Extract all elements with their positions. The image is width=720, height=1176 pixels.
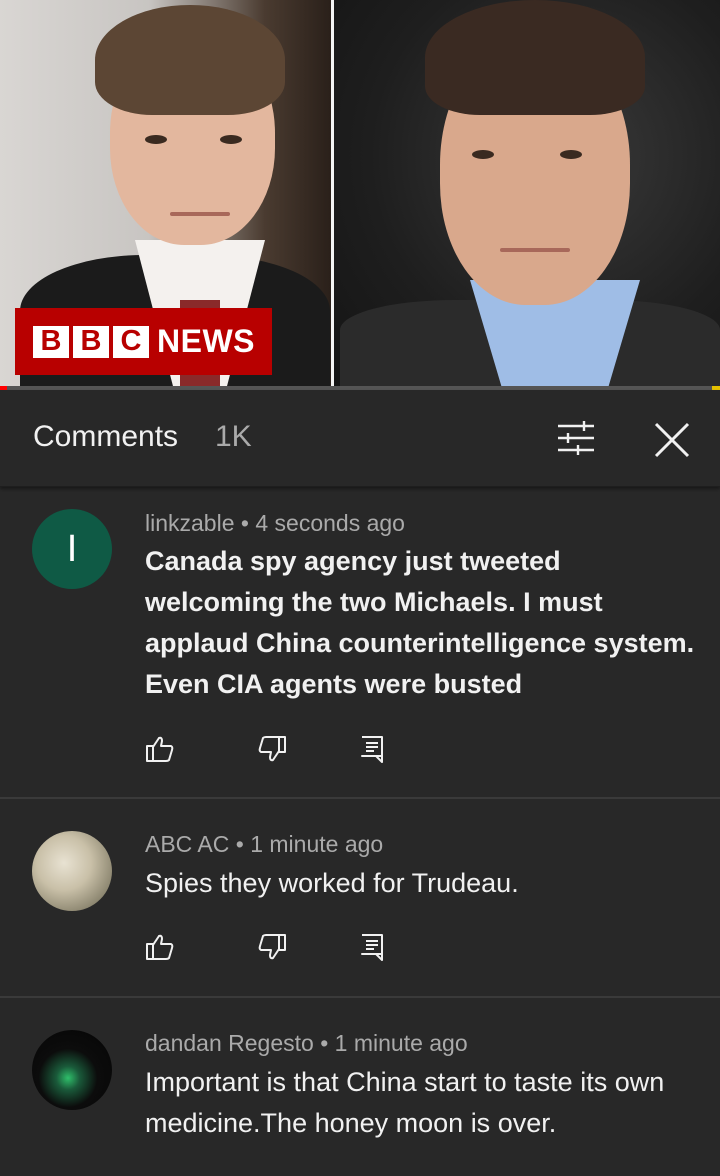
avatar-letter: I <box>32 509 112 589</box>
comment-actions <box>145 932 405 962</box>
avatar[interactable]: I <box>32 509 112 589</box>
comments-count: 1K <box>215 420 252 453</box>
avatar[interactable] <box>32 831 112 911</box>
comment-text: Canada spy agency just tweeted welcoming… <box>145 546 695 699</box>
video-player[interactable]: B B C NEWS <box>0 0 720 390</box>
thumbs-up-icon[interactable] <box>145 734 175 764</box>
comment-item: I linkzable • 4 seconds ago Canada spy a… <box>0 486 720 798</box>
meta-separator: • <box>240 510 256 536</box>
comment-text: Spies they worked for Trudeau. <box>145 868 519 898</box>
thumbs-down-icon[interactable] <box>257 734 287 764</box>
meta-separator: • <box>320 1030 335 1056</box>
comment-meta: linkzable • 4 seconds ago <box>145 510 405 537</box>
comment-item: dandan Regesto • 1 minute ago Important … <box>0 998 720 1176</box>
avatar[interactable] <box>32 1030 112 1110</box>
sliders-icon[interactable] <box>556 420 596 456</box>
logo-word-news: NEWS <box>157 323 255 359</box>
comment-actions <box>145 734 405 764</box>
thumbs-up-icon[interactable] <box>145 932 175 962</box>
meta-separator: • <box>235 831 251 857</box>
comments-header: Comments 1K <box>0 390 720 487</box>
comment-meta: ABC AC • 1 minute ago <box>145 831 383 858</box>
comment-text: Important is that China start to taste i… <box>145 1067 665 1138</box>
comment-item: ABC AC • 1 minute ago Spies they worked … <box>0 799 720 996</box>
comment-time: 1 minute ago <box>250 831 384 857</box>
close-icon[interactable] <box>652 420 692 460</box>
comment-time: 4 seconds ago <box>255 510 405 536</box>
logo-letter-c: C <box>113 325 149 358</box>
comment-author[interactable]: ABC AC <box>145 831 229 857</box>
thumbs-down-icon[interactable] <box>257 932 287 962</box>
comment-time: 1 minute ago <box>334 1030 468 1056</box>
reply-icon[interactable] <box>357 734 387 764</box>
comment-author[interactable]: dandan Regesto <box>145 1030 314 1056</box>
reply-icon[interactable] <box>357 932 387 962</box>
bbc-news-logo: B B C NEWS <box>15 308 272 375</box>
comment-meta: dandan Regesto • 1 minute ago <box>145 1030 468 1057</box>
comments-title: Comments <box>33 420 179 453</box>
logo-letter-b1: B <box>33 325 69 358</box>
logo-letter-b2: B <box>73 325 109 358</box>
comment-author[interactable]: linkzable <box>145 510 235 536</box>
